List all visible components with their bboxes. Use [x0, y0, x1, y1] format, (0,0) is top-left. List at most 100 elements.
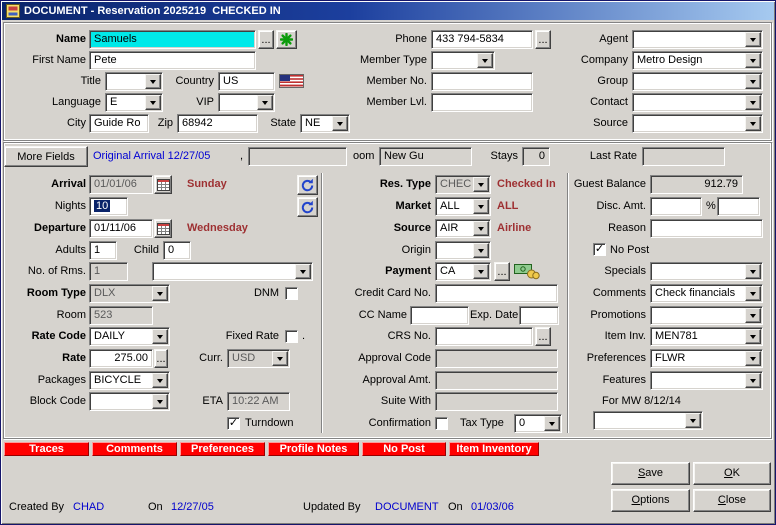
- packages-combo[interactable]: BICYCLE: [89, 371, 170, 390]
- more-fields-button[interactable]: More Fields: [4, 146, 88, 167]
- state-dropdown-button[interactable]: [332, 116, 348, 131]
- block-code-dropdown-button[interactable]: [152, 394, 168, 409]
- group-dropdown-button[interactable]: [745, 74, 761, 89]
- profile-notes-button[interactable]: Profile Notes: [268, 442, 359, 456]
- comments-combo[interactable]: Check financials: [650, 284, 763, 303]
- turndown-checkbox[interactable]: ✓: [227, 417, 240, 430]
- comments-bar-button[interactable]: Comments: [92, 442, 177, 456]
- rate-detail-button[interactable]: ...: [154, 349, 168, 368]
- rate-code-combo[interactable]: DAILY: [89, 327, 170, 346]
- disc-amt-field[interactable]: [650, 197, 702, 216]
- disc-percent-field[interactable]: [717, 197, 760, 216]
- vip-combo[interactable]: [218, 93, 275, 112]
- market-combo[interactable]: ALL: [435, 197, 491, 216]
- credit-card-no-field[interactable]: [435, 284, 558, 303]
- refresh-rate-button-2[interactable]: [297, 197, 318, 217]
- item-inv-dropdown-button[interactable]: [745, 329, 761, 344]
- zip-field[interactable]: 68942: [177, 114, 258, 133]
- payment-more-button[interactable]: ...: [494, 262, 510, 281]
- arrival-calendar-button[interactable]: [154, 175, 172, 194]
- rate-field[interactable]: 275.00: [89, 349, 153, 368]
- group-combo[interactable]: [632, 72, 763, 91]
- profile-search-button[interactable]: [276, 30, 297, 49]
- save-button[interactable]: Save: [611, 462, 690, 485]
- cc-name-field[interactable]: [410, 306, 469, 325]
- confirmation-checkbox[interactable]: [435, 417, 448, 430]
- vip-dropdown-button[interactable]: [257, 95, 273, 110]
- market-dropdown-button[interactable]: [473, 199, 489, 214]
- origin-dropdown-button[interactable]: [473, 243, 489, 258]
- departure-label: Departure: [3, 219, 86, 238]
- exp-date-field[interactable]: [519, 306, 559, 325]
- tax-type-combo[interactable]: 0: [514, 414, 562, 433]
- specials-combo[interactable]: [650, 262, 763, 281]
- name-field[interactable]: Samuels: [89, 30, 256, 49]
- departure-field[interactable]: 01/11/06: [89, 219, 153, 238]
- traces-button[interactable]: Traces: [4, 442, 89, 456]
- no-post-checkbox[interactable]: ✓: [593, 243, 606, 256]
- child-field[interactable]: 0: [163, 241, 191, 260]
- first-name-field[interactable]: Pete: [89, 51, 256, 70]
- block-code-combo[interactable]: [89, 392, 170, 411]
- member-type-dropdown-button[interactable]: [477, 53, 493, 68]
- company-dropdown-button[interactable]: [745, 53, 761, 68]
- crs-no-field[interactable]: [435, 327, 533, 346]
- refresh-rate-button-1[interactable]: [297, 175, 318, 195]
- payment-dropdown-button[interactable]: [473, 264, 489, 279]
- res-source-combo[interactable]: AIR: [435, 219, 491, 238]
- options-button[interactable]: Options: [611, 489, 690, 512]
- for-mw-combo[interactable]: [593, 411, 703, 430]
- arrival-label: Arrival: [3, 175, 86, 194]
- member-type-combo[interactable]: [431, 51, 495, 70]
- fixed-rate-checkbox[interactable]: [285, 330, 298, 343]
- promotions-dropdown-button[interactable]: [745, 308, 761, 323]
- contact-dropdown-button[interactable]: [745, 95, 761, 110]
- nights-field[interactable]: 10: [89, 197, 128, 216]
- no-post-bar-button[interactable]: No Post: [362, 442, 446, 456]
- member-no-field[interactable]: [431, 72, 533, 91]
- ok-button[interactable]: OK: [693, 462, 771, 485]
- preferences-bar-button[interactable]: Preferences: [180, 442, 265, 456]
- payment-combo[interactable]: CA: [435, 262, 491, 281]
- agent-combo[interactable]: [632, 30, 763, 49]
- titlebar[interactable]: DOCUMENT - Reservation 2025219 CHECKED I…: [2, 2, 774, 20]
- refresh-icon: [300, 178, 315, 193]
- room-select-dropdown-button[interactable]: [295, 264, 311, 279]
- contact-combo[interactable]: [632, 93, 763, 112]
- room-type-value: DLX: [94, 287, 115, 299]
- country-field[interactable]: US: [218, 72, 275, 91]
- item-inv-combo[interactable]: MEN781: [650, 327, 763, 346]
- close-button[interactable]: Close: [693, 489, 771, 512]
- packages-dropdown-button[interactable]: [152, 373, 168, 388]
- promotions-combo[interactable]: [650, 306, 763, 325]
- state-combo[interactable]: NE: [300, 114, 350, 133]
- preferences-combo[interactable]: FLWR: [650, 349, 763, 368]
- features-combo[interactable]: [650, 371, 763, 390]
- specials-dropdown-button[interactable]: [745, 264, 761, 279]
- preferences-dropdown-button[interactable]: [745, 351, 761, 366]
- member-lvl-field[interactable]: [431, 93, 533, 112]
- suite-with-label: Suite With: [331, 392, 431, 411]
- adults-field[interactable]: 1: [89, 241, 117, 260]
- source-dropdown-button[interactable]: [745, 116, 761, 131]
- dnm-checkbox[interactable]: [285, 287, 298, 300]
- phone-more-button[interactable]: ...: [535, 30, 551, 49]
- company-combo[interactable]: Metro Design: [632, 51, 763, 70]
- res-source-dropdown-button[interactable]: [473, 221, 489, 236]
- rate-code-dropdown-button[interactable]: [152, 329, 168, 344]
- reason-field[interactable]: [650, 219, 763, 238]
- comments-dropdown-button[interactable]: [745, 286, 761, 301]
- departure-calendar-button[interactable]: [154, 219, 172, 238]
- crs-more-button[interactable]: ...: [535, 327, 551, 346]
- phone-field[interactable]: 433 794-5834: [431, 30, 533, 49]
- market-label: Market: [331, 197, 431, 216]
- room-select-combo[interactable]: [152, 262, 313, 281]
- origin-combo[interactable]: [435, 241, 491, 260]
- tax-type-dropdown-button[interactable]: [544, 416, 560, 431]
- agent-dropdown-button[interactable]: [745, 32, 761, 47]
- name-lookup-button[interactable]: ...: [258, 30, 274, 49]
- item-inventory-button[interactable]: Item Inventory: [449, 442, 539, 456]
- features-dropdown-button[interactable]: [745, 373, 761, 388]
- source-combo[interactable]: [632, 114, 763, 133]
- for-mw-dropdown-button[interactable]: [685, 413, 701, 428]
